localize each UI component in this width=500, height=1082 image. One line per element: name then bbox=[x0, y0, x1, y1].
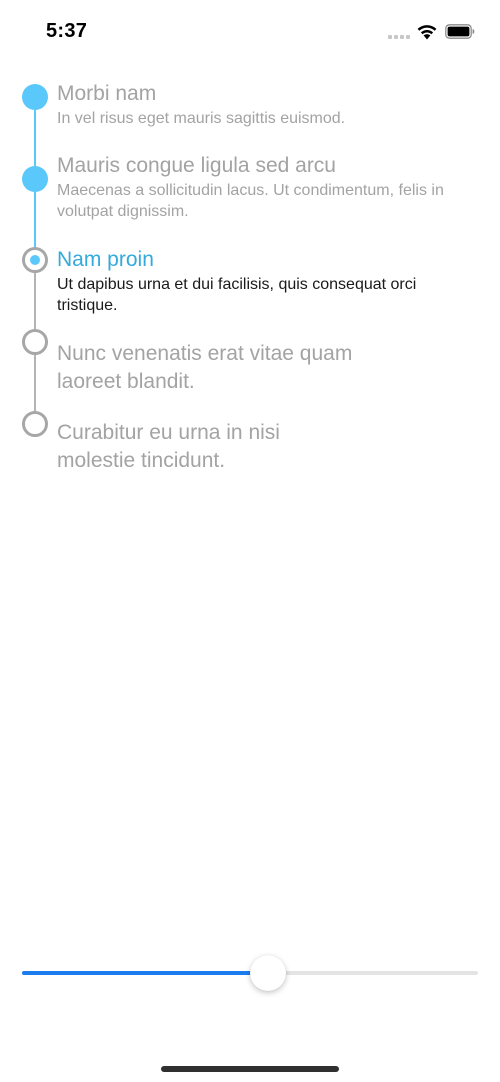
step-pending-marker-icon bbox=[22, 329, 48, 355]
status-bar: 5:37 bbox=[0, 0, 500, 60]
step-title: Nam proin bbox=[57, 248, 154, 271]
step-completed-marker-icon bbox=[22, 166, 48, 192]
progress-slider[interactable] bbox=[22, 951, 478, 995]
status-time: 5:37 bbox=[46, 20, 88, 42]
slider-fill bbox=[22, 971, 269, 975]
signal-dots-icon bbox=[388, 35, 410, 39]
step-description: Maecenas a sollicitudin lacus. Ut condim… bbox=[57, 182, 444, 220]
step-description: In vel risus eget mauris sagittis euismo… bbox=[57, 110, 346, 127]
step-completed-marker-icon bbox=[22, 84, 48, 110]
step-title: Curabitur eu urna in nisi molestie tinci… bbox=[57, 421, 280, 472]
slider-thumb[interactable] bbox=[250, 955, 287, 991]
step-pending-marker-icon bbox=[22, 411, 48, 437]
step-current-marker-icon bbox=[22, 247, 48, 273]
step-title: Mauris congue ligula sed arcu bbox=[57, 154, 336, 177]
wifi-icon bbox=[417, 25, 437, 40]
step-description: Ut dapibus urna et dui facilisis, quis c… bbox=[57, 276, 417, 314]
battery-icon bbox=[445, 24, 475, 39]
step-title: Morbi nam bbox=[57, 82, 157, 105]
home-indicator[interactable] bbox=[161, 1066, 339, 1072]
step-title: Nunc venenatis erat vitae quam laoreet b… bbox=[57, 342, 353, 393]
